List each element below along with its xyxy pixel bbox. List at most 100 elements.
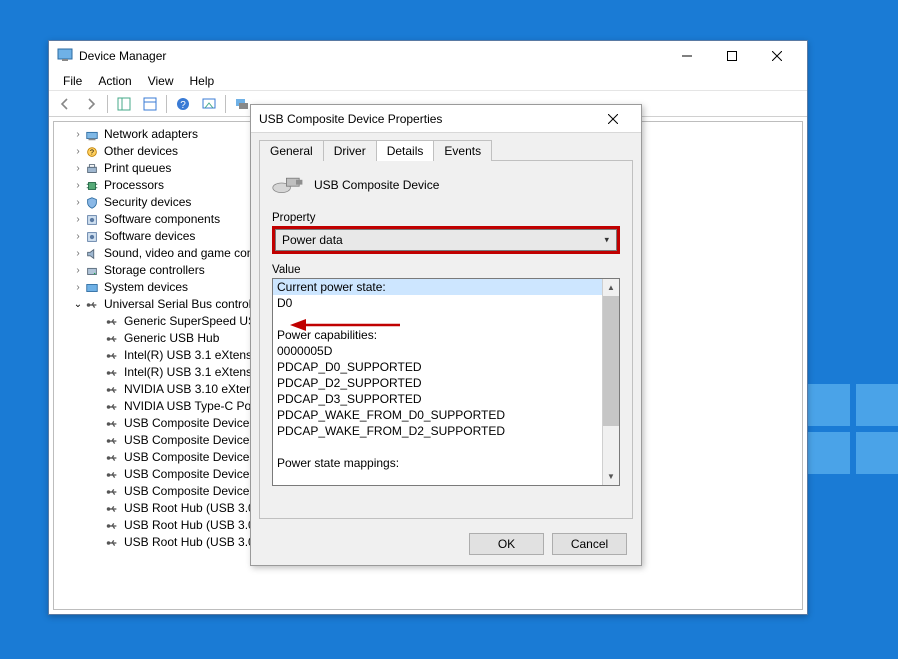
dialog-title-bar[interactable]: USB Composite Device Properties bbox=[251, 105, 641, 133]
usb-device-icon bbox=[104, 399, 120, 415]
usb-device-icon bbox=[104, 467, 120, 483]
usb-device-icon bbox=[104, 314, 120, 330]
category-icon bbox=[84, 246, 100, 262]
tree-label: Security devices bbox=[104, 194, 191, 211]
expand-icon[interactable]: › bbox=[72, 160, 84, 177]
properties-dialog: USB Composite Device Properties GeneralD… bbox=[250, 104, 642, 566]
app-icon bbox=[57, 47, 73, 66]
title-bar[interactable]: Device Manager bbox=[49, 41, 807, 71]
usb-category-icon bbox=[84, 297, 100, 313]
usb-device-icon bbox=[104, 484, 120, 500]
scroll-down-button[interactable]: ▼ bbox=[603, 468, 619, 485]
tree-label: Software devices bbox=[104, 228, 195, 245]
category-icon bbox=[84, 127, 100, 143]
cancel-button[interactable]: Cancel bbox=[552, 533, 627, 555]
windows-logo bbox=[808, 384, 898, 474]
usb-device-icon bbox=[104, 365, 120, 381]
expand-icon[interactable]: › bbox=[72, 143, 84, 160]
value-line[interactable]: PDCAP_D0_SUPPORTED bbox=[273, 359, 602, 375]
value-label: Value bbox=[272, 264, 620, 276]
tree-label: Generic USB Hub bbox=[124, 330, 219, 347]
value-line[interactable]: PDCAP_WAKE_FROM_D2_SUPPORTED bbox=[273, 423, 602, 439]
usb-device-icon bbox=[104, 348, 120, 364]
usb-device-icon bbox=[104, 518, 120, 534]
usb-icon bbox=[272, 171, 304, 198]
tree-label: Other devices bbox=[104, 143, 178, 160]
usb-device-icon bbox=[104, 501, 120, 517]
menu-help[interactable]: Help bbox=[182, 72, 223, 90]
back-button[interactable] bbox=[53, 93, 77, 115]
category-icon bbox=[84, 161, 100, 177]
minimize-button[interactable] bbox=[664, 41, 709, 71]
property-dropdown[interactable] bbox=[275, 229, 617, 251]
close-button[interactable] bbox=[754, 41, 799, 71]
property-label: Property bbox=[272, 212, 620, 224]
category-icon bbox=[84, 178, 100, 194]
value-line[interactable]: PDCAP_WAKE_FROM_D0_SUPPORTED bbox=[273, 407, 602, 423]
show-hide-tree-button[interactable] bbox=[112, 93, 136, 115]
tree-label: USB Composite Device bbox=[124, 466, 249, 483]
tree-label: Processors bbox=[104, 177, 164, 194]
expand-icon[interactable]: › bbox=[72, 279, 84, 296]
tree-label: Network adapters bbox=[104, 126, 198, 143]
tab-general[interactable]: General bbox=[259, 140, 324, 161]
value-line[interactable]: Power state mappings: bbox=[273, 455, 602, 471]
category-icon bbox=[84, 195, 100, 211]
value-line[interactable]: PDCAP_D3_SUPPORTED bbox=[273, 391, 602, 407]
property-highlight-box: ▾ bbox=[272, 226, 620, 254]
value-listbox[interactable]: Current power state:D0 Power capabilitie… bbox=[272, 278, 620, 486]
expand-icon[interactable]: › bbox=[72, 194, 84, 211]
expand-icon[interactable]: › bbox=[72, 262, 84, 279]
usb-device-icon bbox=[104, 433, 120, 449]
dialog-title: USB Composite Device Properties bbox=[259, 112, 442, 126]
tab-row: GeneralDriverDetailsEvents bbox=[259, 139, 633, 161]
menu-bar: File Action View Help bbox=[49, 71, 807, 91]
tree-label: USB Root Hub (USB 3.0) bbox=[124, 534, 259, 551]
expand-icon[interactable]: › bbox=[72, 228, 84, 245]
properties-button[interactable] bbox=[138, 93, 162, 115]
usb-device-icon bbox=[104, 416, 120, 432]
value-line[interactable]: 0000005D bbox=[273, 343, 602, 359]
category-icon bbox=[84, 263, 100, 279]
forward-button[interactable] bbox=[79, 93, 103, 115]
tree-label: USB Composite Device bbox=[124, 415, 249, 432]
value-line[interactable]: Current power state: bbox=[273, 279, 602, 295]
menu-file[interactable]: File bbox=[55, 72, 90, 90]
help-button[interactable]: ? bbox=[171, 93, 195, 115]
value-line[interactable] bbox=[273, 439, 602, 455]
tab-details[interactable]: Details bbox=[376, 140, 435, 161]
value-line[interactable]: Power capabilities: bbox=[273, 327, 602, 343]
tree-label: USB Root Hub (USB 3.0) bbox=[124, 500, 259, 517]
expand-icon[interactable]: › bbox=[72, 245, 84, 262]
tree-label: USB Composite Device bbox=[124, 432, 249, 449]
collapse-icon[interactable]: ⌄ bbox=[72, 296, 84, 313]
dialog-close-button[interactable] bbox=[593, 105, 633, 132]
scan-button[interactable] bbox=[197, 93, 221, 115]
value-line[interactable] bbox=[273, 311, 602, 327]
svg-text:?: ? bbox=[90, 149, 94, 156]
category-icon bbox=[84, 212, 100, 228]
scroll-up-button[interactable]: ▲ bbox=[603, 279, 619, 296]
tree-label: Software components bbox=[104, 211, 220, 228]
value-line[interactable]: D0 bbox=[273, 295, 602, 311]
tree-label: Universal Serial Bus controllers bbox=[104, 296, 271, 313]
scroll-thumb[interactable] bbox=[603, 296, 619, 426]
value-line[interactable]: PDCAP_D2_SUPPORTED bbox=[273, 375, 602, 391]
usb-device-icon bbox=[104, 450, 120, 466]
tree-label: Print queues bbox=[104, 160, 171, 177]
tree-label: System devices bbox=[104, 279, 188, 296]
tab-events[interactable]: Events bbox=[433, 140, 492, 161]
menu-action[interactable]: Action bbox=[90, 72, 139, 90]
maximize-button[interactable] bbox=[709, 41, 754, 71]
menu-view[interactable]: View bbox=[140, 72, 182, 90]
expand-icon[interactable]: › bbox=[72, 126, 84, 143]
expand-icon[interactable]: › bbox=[72, 211, 84, 228]
scrollbar[interactable]: ▲ ▼ bbox=[602, 279, 619, 485]
category-icon bbox=[84, 280, 100, 296]
tab-driver[interactable]: Driver bbox=[323, 140, 377, 161]
tree-label: USB Composite Device bbox=[124, 449, 249, 466]
ok-button[interactable]: OK bbox=[469, 533, 544, 555]
usb-device-icon bbox=[104, 535, 120, 551]
window-title: Device Manager bbox=[79, 49, 166, 63]
expand-icon[interactable]: › bbox=[72, 177, 84, 194]
